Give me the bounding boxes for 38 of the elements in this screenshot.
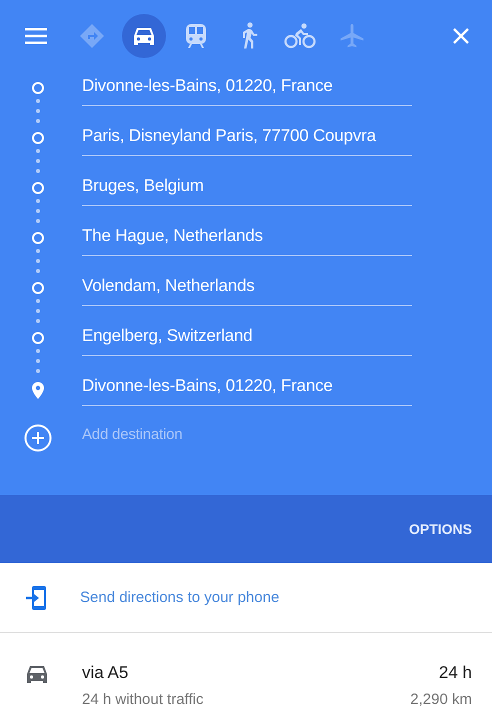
dotted-line-icon [35, 96, 41, 126]
stop-field[interactable]: Engelberg, Switzerland [82, 322, 412, 356]
stop-ring-icon [32, 332, 44, 344]
menu-icon[interactable] [25, 28, 47, 44]
dotted-line-icon [35, 246, 41, 276]
stop-field[interactable]: Divonne-les-Bains, 01220, France [82, 372, 412, 406]
car-mode-tab[interactable] [122, 14, 166, 58]
stop-ring-icon [32, 282, 44, 294]
dotted-line-icon [35, 196, 41, 226]
dotted-line-icon [35, 296, 41, 326]
train-icon [185, 23, 207, 49]
add-icon[interactable] [24, 424, 52, 452]
dotted-line-icon [35, 146, 41, 176]
stop-field[interactable]: Paris, Disneyland Paris, 77700 Coupvra [82, 122, 412, 156]
send-to-phone-icon[interactable] [25, 584, 47, 610]
stop-field[interactable]: Bruges, Belgium [82, 172, 412, 206]
airplane-icon [339, 23, 365, 49]
route-name[interactable]: via A5 [82, 663, 128, 683]
send-directions-link[interactable]: Send directions to your phone [80, 589, 280, 606]
stop-ring-icon [32, 232, 44, 244]
stop-field[interactable]: Volendam, Netherlands [82, 272, 412, 306]
stop-ring-icon [32, 82, 44, 94]
car-icon [25, 663, 49, 685]
cyclist-icon [284, 23, 316, 49]
stop-field[interactable]: Divonne-les-Bains, 01220, France [82, 72, 412, 106]
stop-ring-icon [32, 182, 44, 194]
car-icon [132, 25, 156, 47]
diamond-arrow-icon [79, 23, 105, 49]
route-duration: 24 h [438, 663, 472, 683]
route-note: 24 h without traffic [82, 691, 204, 708]
close-icon[interactable] [452, 27, 470, 45]
route-distance: 2,290 km [410, 691, 472, 708]
stop-field[interactable]: The Hague, Netherlands [82, 222, 412, 256]
options-button[interactable]: OPTIONS [408, 517, 472, 541]
destination-pin-icon [32, 382, 44, 399]
add-destination-field[interactable]: Add destination [82, 422, 412, 452]
dotted-line-icon [35, 346, 41, 376]
stop-ring-icon [32, 132, 44, 144]
